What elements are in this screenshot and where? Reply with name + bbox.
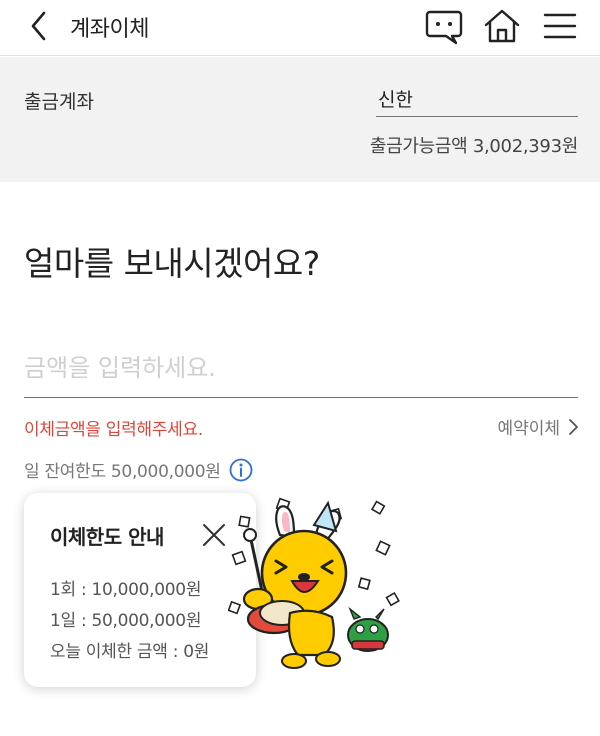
top-bar: 계좌이체 [0,0,600,56]
chat-button[interactable] [422,4,466,48]
amount-error-message: 이체금액을 입력해주세요. [24,420,203,440]
page-title: 계좌이체 [70,17,149,42]
reserve-transfer-label: 예약이체 [497,419,560,439]
available-balance: 출금가능금액 3,002,393원 [369,136,578,157]
menu-button[interactable] [538,4,582,48]
tooltip-close-button[interactable] [200,521,228,549]
home-icon [484,9,520,43]
reserve-transfer-link[interactable]: 예약이체 [497,414,580,439]
withdraw-account-section: 출금계좌 신한 출금가능금액 3,002,393원 [0,57,600,182]
tooltip-title: 이체한도 안내 [50,525,164,549]
withdraw-account-label: 출금계좌 [24,91,94,113]
daily-limit-text: 일 잔여한도 50,000,000원 [24,462,221,482]
green-creature [347,606,389,652]
amount-question-heading: 얼마를 보내시겠어요? [24,244,320,283]
close-icon [203,524,225,546]
back-button[interactable] [20,6,60,46]
back-chevron-icon [31,11,46,41]
per-day-limit: 1일 : 50,000,000원 [50,611,202,631]
chevron-right-icon [569,418,578,435]
info-icon[interactable] [229,458,253,482]
chat-icon [425,10,463,45]
party-hat [312,500,338,533]
amount-input[interactable] [24,344,578,398]
mascot-illustration [228,497,400,669]
today-transferred-amount: 오늘 이체한 금액 : 0원 [50,642,210,662]
menu-icon [543,13,577,39]
home-button[interactable] [480,4,524,48]
daily-limit-row: 일 잔여한도 50,000,000원 [24,457,253,482]
transfer-limit-tooltip: 이체한도 안내 1회 : 10,000,000원 1일 : 50,000,000… [24,493,256,687]
account-select[interactable]: 신한 [376,85,578,117]
per-transfer-limit: 1회 : 10,000,000원 [50,580,202,600]
